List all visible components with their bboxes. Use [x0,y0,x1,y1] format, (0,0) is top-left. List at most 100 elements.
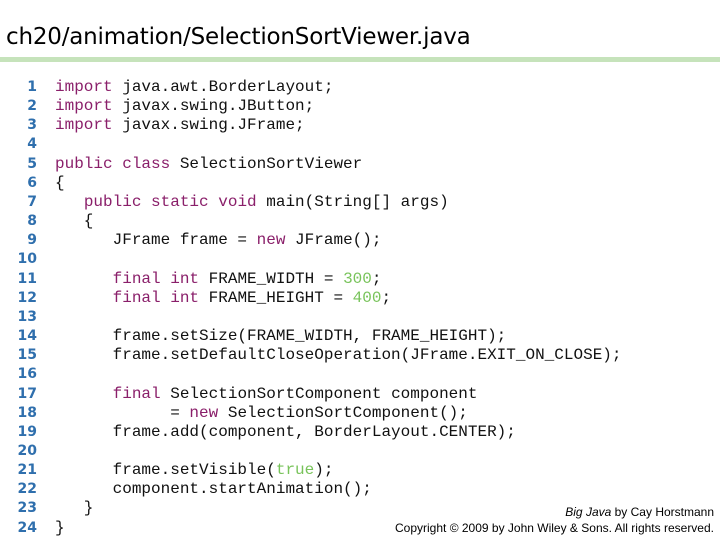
line-number: 17 [17,385,37,402]
line-number: 12 [17,289,37,306]
code-token: JFrame frame = [55,231,257,250]
line-number: 11 [17,270,37,287]
line-number: 2 [27,98,37,115]
code-keyword: public class [55,154,171,173]
code-line: 8 { [0,212,622,231]
code-keyword: public static void [83,192,257,211]
code-line: 12 final int FRAME_HEIGHT = 400; [0,289,622,308]
title-divider [0,57,720,62]
code-text: frame.setDefaultCloseOperation(JFrame.EX… [55,346,622,365]
code-text: public static void main(String[] args) [55,193,449,212]
code-text: frame.add(component, BorderLayout.CENTER… [55,423,516,442]
code-token: frame.setVisible( [55,461,276,480]
code-text: frame.setSize(FRAME_WIDTH, FRAME_HEIGHT)… [55,327,507,346]
code-token: FRAME_WIDTH = [199,269,344,288]
code-keyword: import [55,97,113,116]
code-token: java.awt.BorderLayout; [112,78,334,96]
code-keyword: final int [112,288,200,307]
code-text: import javax.swing.JFrame; [55,116,305,135]
code-line: 11 final int FRAME_WIDTH = 300; [0,270,622,289]
line-number: 8 [27,213,37,230]
book-credit: Big Java by Cay Horstmann [395,504,714,520]
line-number: 19 [17,423,37,440]
code-text: = new SelectionSortComponent(); [55,404,468,423]
code-line: 16 [0,365,622,384]
line-number: 4 [27,136,37,153]
code-token: JFrame(); [285,231,382,250]
code-text: component.startAnimation(); [55,480,372,499]
code-token: ); [314,461,334,480]
code-token: ; [371,269,382,288]
line-number: 23 [17,500,37,517]
line-number: 7 [27,193,37,210]
code-literal: 400 [352,288,382,307]
line-number: 18 [17,404,37,421]
code-line: 14 frame.setSize(FRAME_WIDTH, FRAME_HEIG… [0,327,622,346]
line-number: 21 [17,462,37,479]
code-token: frame.setSize(FRAME_WIDTH, FRAME_HEIGHT)… [55,327,507,346]
code-token: { [55,212,94,231]
code-token: SelectionSortViewer [170,154,363,173]
code-line: 10 [0,250,622,269]
code-token: FRAME_HEIGHT = [199,288,353,307]
code-listing: 1 import java.awt.BorderLayout; 2 import ja… [0,78,622,538]
copyright-text: Copyright © 2009 by John Wiley & Sons. A… [395,521,714,535]
book-title: Big Java [565,505,612,519]
code-text: } [55,519,65,538]
line-number: 24 [17,519,37,536]
code-line: 22 component.startAnimation(); [0,480,622,499]
code-line: 18 = new SelectionSortComponent(); [0,404,622,423]
code-keyword: import [55,78,113,96]
code-text: JFrame frame = new JFrame(); [55,231,382,250]
code-keyword: import [55,116,113,135]
code-line: 2 import javax.swing.JButton; [0,97,622,116]
line-number: 5 [27,155,37,172]
code-token: SelectionSortComponent(); [218,403,468,422]
code-line: 20 [0,442,622,461]
code-line: 6{ [0,174,622,193]
line-number: 15 [17,347,37,364]
line-number: 14 [17,328,37,345]
code-token: frame.setDefaultCloseOperation(JFrame.EX… [55,346,622,365]
code-line: 13 [0,308,622,327]
line-number: 9 [27,232,37,249]
code-text: import javax.swing.JButton; [55,97,314,116]
code-text: final int FRAME_HEIGHT = 400; [55,289,391,308]
code-line: 17 final SelectionSortComponent componen… [0,385,622,404]
code-text: frame.setVisible(true); [55,461,334,480]
code-line: 7 public static void main(String[] args) [0,193,622,212]
code-keyword: new [189,403,219,422]
code-keyword: final int [112,269,200,288]
code-text: public class SelectionSortViewer [55,155,362,174]
line-number: 1 [27,79,37,95]
code-keyword: new [256,231,286,250]
code-line: 19 frame.add(component, BorderLayout.CEN… [0,423,622,442]
code-line: 1 import java.awt.BorderLayout; [0,78,622,97]
line-number: 22 [17,481,37,498]
author-text: by Cay Horstmann [611,505,714,519]
code-token: javax.swing.JFrame; [112,116,305,135]
code-token: = [55,403,190,422]
code-token: ; [381,288,392,307]
copyright-footer: Big Java by Cay Horstmann Copyright © 20… [395,504,714,536]
line-number: 3 [27,117,37,134]
code-token: javax.swing.JButton; [112,97,315,116]
code-line: 9 JFrame frame = new JFrame(); [0,231,622,250]
code-line: 5 public class SelectionSortViewer [0,155,622,174]
code-line: 21 frame.setVisible(true); [0,461,622,480]
code-token: main(String[] args) [256,192,449,211]
code-token: SelectionSortComponent component [160,384,478,403]
code-token: } [55,518,65,537]
line-number: 20 [17,442,37,459]
code-token: frame.add(component, BorderLayout.CENTER… [55,422,516,441]
line-number: 6 [27,174,37,191]
code-text: { [55,174,65,193]
line-number: 10 [17,251,37,268]
page-title: ch20/animation/SelectionSortViewer.java [6,24,471,50]
code-text: { [55,212,94,231]
code-token: component.startAnimation(); [55,480,372,499]
